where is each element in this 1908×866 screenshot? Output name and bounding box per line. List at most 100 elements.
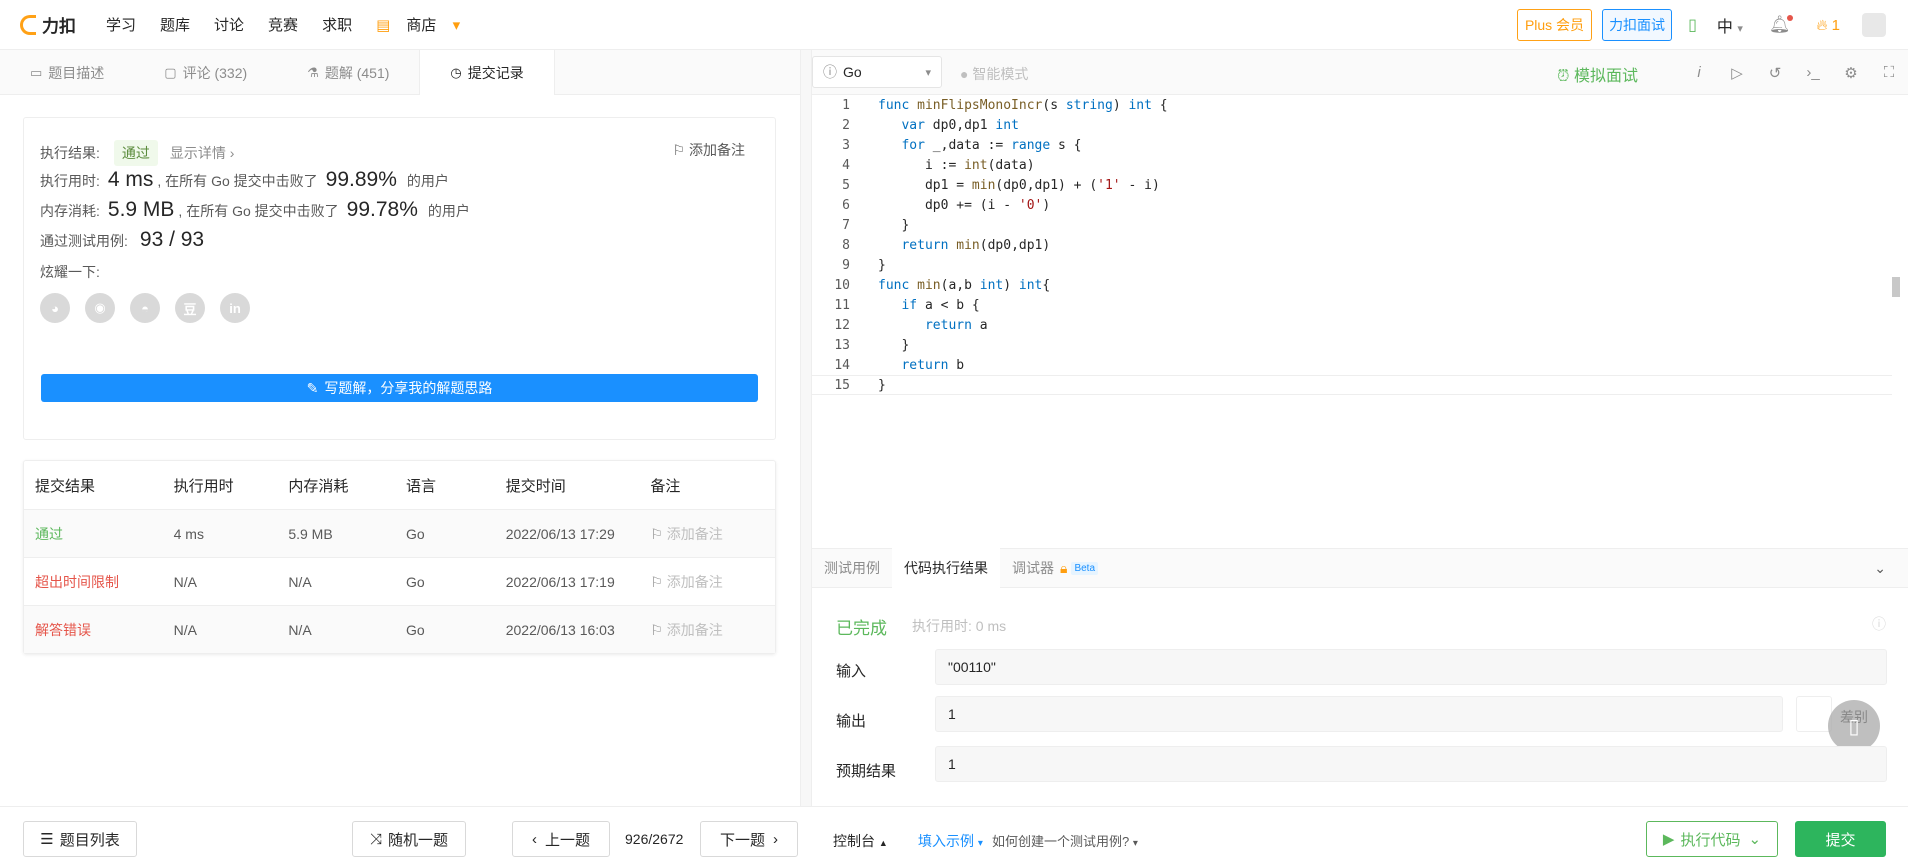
- tab-solutions[interactable]: ⚗︎ 题解 (451): [277, 50, 419, 95]
- nav-item-discuss[interactable]: 讨论: [214, 14, 244, 35]
- share-row: 炫耀一下:: [40, 262, 100, 282]
- alarm-icon: ⏰︎: [1557, 68, 1570, 85]
- weibo-icon[interactable]: ◉: [85, 293, 115, 323]
- code-editor[interactable]: 1 func minFlipsMonoIncr(s string) int { 2…: [812, 95, 1908, 545]
- show-detail-link[interactable]: 显示详情 ›: [170, 143, 235, 163]
- next-problem-button[interactable]: 下一题 ›: [700, 821, 798, 857]
- exec-result-row: 执行结果: 通过 显示详情 ›: [40, 140, 234, 166]
- tab-testcase[interactable]: 测试用例: [812, 548, 892, 588]
- linkedin-icon[interactable]: in: [220, 293, 250, 323]
- mock-interview-button[interactable]: ⏰︎ 模拟面试: [1557, 62, 1638, 86]
- tab-description-label: 题目描述: [48, 64, 105, 81]
- language-select-value: Go: [843, 64, 862, 80]
- language-switch[interactable]: 中 ▾: [1717, 13, 1743, 37]
- col-time: 提交时间: [505, 477, 566, 495]
- console-tabs: 测试用例 代码执行结果 调试器 🔒︎ Beta ⌄: [812, 548, 1908, 588]
- problem-list-label: 题目列表: [59, 831, 120, 849]
- tab-debugger[interactable]: 调试器 🔒︎ Beta: [1000, 548, 1110, 588]
- plus-member-button[interactable]: Plus 会员: [1516, 9, 1593, 41]
- code-text: dp1 = min(dp0,dp1) + ('1' - i): [878, 177, 1160, 193]
- code-text: }: [878, 217, 910, 233]
- editor-toolbar: ⓘ Go ▾ ● 智能模式 ⏰︎ 模拟面试 i ▷ ↺ ›_ ⚙︎ ⛶: [812, 50, 1908, 95]
- row-result[interactable]: 通过: [24, 524, 174, 544]
- note-fab-icon[interactable]: ▯: [1828, 700, 1880, 752]
- prev-problem-button[interactable]: ‹ 上一题: [512, 821, 610, 857]
- add-note-button[interactable]: ⚐ 添加备注: [673, 140, 745, 160]
- douban-icon[interactable]: 豆: [175, 293, 205, 323]
- fullscreen-icon[interactable]: ⛶: [1870, 64, 1908, 81]
- write-solution-button[interactable]: ✎ 写题解，分享我的解题思路: [41, 374, 758, 402]
- play-icon[interactable]: ▷: [1718, 64, 1756, 82]
- language-select[interactable]: ⓘ Go ▾: [812, 56, 942, 88]
- editor-scrollbar[interactable]: [1892, 277, 1900, 297]
- row-result[interactable]: 超出时间限制: [24, 572, 174, 592]
- tab-submissions-label: 提交记录: [467, 64, 524, 81]
- bell-icon[interactable]: 🔔︎: [1769, 15, 1794, 35]
- streak-counter[interactable]: 🔥︎ 1: [1816, 17, 1840, 34]
- language-label: 中: [1716, 19, 1733, 36]
- row-runtime: N/A: [173, 573, 197, 590]
- settings-icon[interactable]: ⚙︎: [1832, 64, 1870, 82]
- runtime-tail: 的用户: [406, 173, 449, 189]
- row-add-note[interactable]: ⚐ 添加备注: [650, 572, 775, 592]
- leetcode-logo[interactable]: 力扣: [20, 12, 76, 37]
- wechat-icon[interactable]: ◕: [40, 293, 70, 323]
- collapse-chevron-icon[interactable]: ⌄: [1874, 560, 1886, 577]
- info-icon[interactable]: i: [1680, 64, 1718, 81]
- nav-item-study[interactable]: 学习: [106, 14, 136, 35]
- problem-tabs: ▭ 题目描述 ▢ 评论 (332) ⚗︎ 题解 (451) ◷ 提交记录: [0, 50, 810, 95]
- help-icon[interactable]: ⓘ: [1872, 614, 1886, 634]
- diff-toggle[interactable]: [1796, 696, 1832, 732]
- nav-item-jobs[interactable]: 求职: [322, 14, 352, 35]
- tab-comments[interactable]: ▢ 评论 (332): [134, 50, 277, 95]
- row-runtime: 4 ms: [173, 525, 204, 542]
- problem-list-button[interactable]: ☰ 题目列表: [23, 821, 137, 857]
- debugger-label: 调试器: [1012, 560, 1054, 576]
- tab-code-result[interactable]: 代码执行结果: [892, 548, 1000, 588]
- table-row[interactable]: 通过 4 ms 5.9 MB Go 2022/06/13 17:29 ⚐ 添加备…: [24, 509, 775, 557]
- how-to-dropdown[interactable]: 如何创建一个测试用例? ▾: [992, 831, 1138, 850]
- input-label: 输入: [836, 663, 867, 680]
- top-nav-bar: 力扣 学习 题库 讨论 竞赛 求职 ▤ 商店 ▾ Plus 会员 力扣面试 ▯ …: [0, 0, 1908, 50]
- mock-interview-label: 模拟面试: [1573, 68, 1638, 85]
- code-line: 3 for _,data := range s {: [812, 135, 1892, 155]
- code-line: 13 }: [812, 335, 1892, 355]
- pane-splitter[interactable]: [800, 50, 812, 807]
- row-add-note[interactable]: ⚐ 添加备注: [650, 524, 775, 544]
- input-value: "00110": [935, 649, 1887, 685]
- fill-example-dropdown[interactable]: 填入示例 ▾: [918, 831, 983, 851]
- prev-label: 上一题: [544, 831, 590, 849]
- line-number: 1: [842, 97, 850, 113]
- mobile-icon[interactable]: ▯: [1688, 15, 1697, 35]
- code-line: 11 if a < b {: [812, 295, 1892, 315]
- random-problem-button[interactable]: ⤨ 随机一题: [352, 821, 466, 857]
- row-note-label: 添加备注: [666, 573, 723, 590]
- fill-example-label: 填入示例: [918, 833, 974, 849]
- runtime-label: 执行用时:: [40, 173, 100, 189]
- nav-item-shop[interactable]: ▤ 商店 ▾: [376, 14, 460, 35]
- tab-submissions[interactable]: ◷ 提交记录: [419, 50, 555, 95]
- reset-icon[interactable]: ↺: [1756, 64, 1794, 82]
- code-line: 10 func min(a,b int) int{: [812, 275, 1892, 295]
- row-date: 2022/06/13 17:19: [505, 573, 615, 590]
- nav-item-problems[interactable]: 题库: [160, 14, 190, 35]
- qq-icon[interactable]: ◓: [130, 293, 160, 323]
- code-text: for _,data := range s {: [901, 137, 1082, 153]
- row-result[interactable]: 解答错误: [24, 620, 174, 640]
- share-label: 炫耀一下:: [40, 264, 100, 280]
- nav-item-contest[interactable]: 竞赛: [268, 14, 298, 35]
- submit-button[interactable]: 提交: [1795, 821, 1886, 857]
- terminal-icon[interactable]: ›_: [1794, 64, 1832, 81]
- interview-button[interactable]: 力扣面试: [1602, 9, 1673, 41]
- table-row[interactable]: 解答错误 N/A N/A Go 2022/06/13 16:03 ⚐ 添加备注: [24, 605, 775, 653]
- exec-result-label: 执行结果:: [40, 145, 100, 161]
- smart-mode-toggle[interactable]: ● 智能模式: [960, 64, 1028, 84]
- avatar[interactable]: [1862, 13, 1886, 37]
- table-row[interactable]: 超出时间限制 N/A N/A Go 2022/06/13 17:19 ⚐ 添加备…: [24, 557, 775, 605]
- run-code-button[interactable]: ▶ 执行代码 ⌄: [1646, 821, 1778, 857]
- row-add-note[interactable]: ⚐ 添加备注: [650, 620, 775, 640]
- expected-value: 1: [935, 746, 1887, 782]
- tab-description[interactable]: ▭ 题目描述: [0, 50, 134, 95]
- result-card: 执行结果: 通过 显示详情 › ⚐ 添加备注 执行用时: 4 ms , 在所有 …: [23, 117, 776, 440]
- console-toggle[interactable]: 控制台 ▲: [833, 831, 888, 851]
